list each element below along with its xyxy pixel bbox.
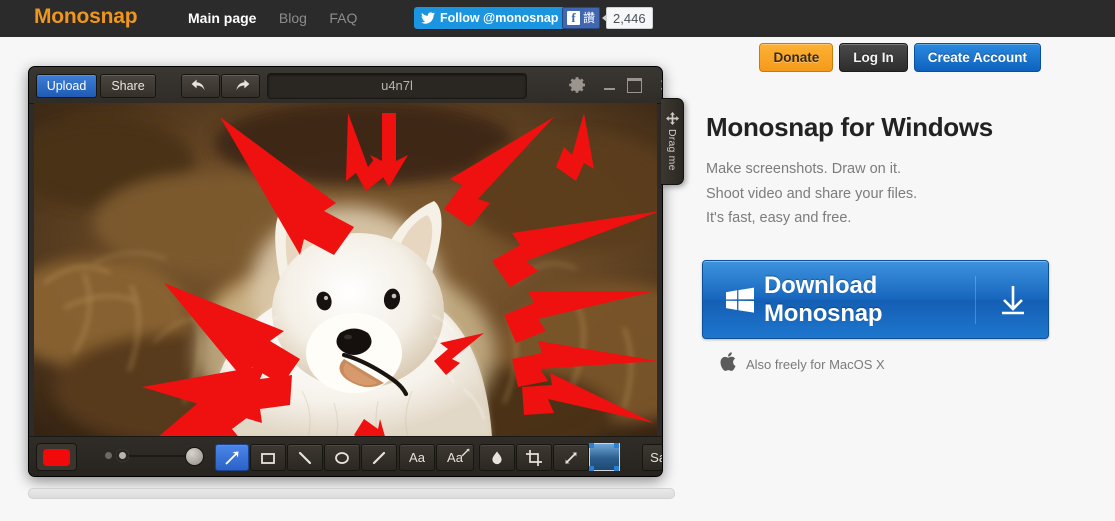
- macos-note-label: Also freely for MacOS X: [746, 356, 885, 372]
- redo-button[interactable]: [221, 74, 260, 98]
- facebook-like-label: 讚: [583, 11, 596, 25]
- twitter-follow-button[interactable]: Follow @monosnap: [414, 7, 568, 29]
- slider-small-dot-icon: [116, 449, 129, 462]
- twitter-bird-icon: [421, 12, 435, 24]
- download-arrow-icon: [1000, 285, 1026, 315]
- arrow-tool-button[interactable]: [215, 444, 249, 471]
- facebook-like-count: 2,446: [602, 7, 653, 29]
- facebook-like-widget: f 讚 2,446: [562, 7, 653, 29]
- arrow-icon: [225, 451, 239, 465]
- stroke-size-slider[interactable]: [105, 447, 204, 466]
- drag-me-handle[interactable]: Drag me: [661, 98, 684, 185]
- redo-icon: [236, 79, 250, 90]
- color-swatch-button[interactable]: [36, 443, 77, 471]
- image-thumbnail[interactable]: [589, 443, 620, 471]
- slider-track: [119, 455, 192, 457]
- promo-line-1: Make screenshots. Draw on it.: [706, 161, 902, 177]
- gear-icon: [569, 77, 585, 93]
- create-account-button[interactable]: Create Account: [913, 43, 1041, 72]
- nav-link-blog[interactable]: Blog: [279, 10, 307, 26]
- log-in-button[interactable]: Log In: [839, 43, 908, 72]
- minimize-button[interactable]: [601, 76, 619, 94]
- text-tool-label: Aa: [409, 450, 425, 465]
- nav-link-faq[interactable]: FAQ: [329, 10, 357, 26]
- line-icon: [298, 451, 312, 464]
- promo-column: Monosnap for Windows Make screenshots. D…: [702, 112, 1086, 372]
- settings-gear-button[interactable]: [567, 75, 587, 100]
- account-actions: Donate Log In Create Account: [759, 43, 1041, 72]
- share-button[interactable]: Share: [100, 74, 156, 98]
- text-tool-button[interactable]: Aa: [399, 444, 435, 471]
- undo-button[interactable]: [181, 74, 220, 98]
- small-arrow-icon: [461, 448, 470, 457]
- nav-link-main-page[interactable]: Main page: [188, 10, 256, 26]
- crop-tool-button[interactable]: [516, 444, 552, 471]
- rectangle-tool-button[interactable]: [250, 444, 286, 471]
- save-button[interactable]: Save: [642, 444, 662, 471]
- horizontal-scrollbar[interactable]: [28, 488, 675, 499]
- move-arrows-icon: [665, 112, 679, 126]
- editor-title-bar: Upload Share u4n7l: [29, 67, 662, 104]
- upload-button[interactable]: Upload: [36, 74, 97, 98]
- ellipse-icon: [335, 451, 349, 464]
- site-logo[interactable]: Monosnap: [34, 5, 138, 29]
- maximize-button[interactable]: [627, 78, 642, 93]
- facebook-f-icon: f: [567, 11, 580, 25]
- page-title: Monosnap for Windows: [706, 112, 993, 142]
- download-divider: [975, 275, 976, 324]
- pen-icon: [372, 451, 386, 464]
- facebook-like-button[interactable]: f 讚: [562, 7, 601, 29]
- line-tool-button[interactable]: [287, 444, 323, 471]
- current-color: [43, 448, 70, 466]
- windows-logo-icon: [725, 286, 755, 314]
- resize-arrows-icon: [565, 451, 577, 464]
- download-label: Download Monosnap: [764, 271, 883, 327]
- rectangle-icon: [261, 452, 275, 464]
- nav-links: Main page Blog FAQ: [188, 10, 375, 28]
- crop-icon: [526, 449, 542, 466]
- twitter-follow-label: Follow @monosnap: [440, 11, 559, 25]
- editor-canvas[interactable]: Sam: [34, 103, 657, 437]
- close-button[interactable]: [657, 76, 662, 94]
- ellipse-tool-button[interactable]: [324, 444, 360, 471]
- slider-min-dot-icon: [105, 452, 112, 459]
- pen-tool-button[interactable]: [361, 444, 397, 471]
- resize-tool-button[interactable]: [553, 444, 589, 471]
- promo-line-2: Shoot video and share your files.: [706, 185, 918, 202]
- download-monosnap-button[interactable]: Download Monosnap: [702, 260, 1049, 339]
- monosnap-editor-window: Upload Share u4n7l Aa Aa S: [28, 66, 663, 477]
- undo-icon: [191, 79, 205, 90]
- droplet-icon: [492, 451, 502, 464]
- editor-toolbar: Aa Aa Save: [29, 436, 662, 476]
- drag-me-label: Drag me: [666, 129, 678, 171]
- slider-handle[interactable]: [185, 447, 204, 466]
- macos-note[interactable]: Also freely for MacOS X: [720, 352, 885, 376]
- close-icon: [660, 80, 662, 90]
- donate-button[interactable]: Donate: [759, 43, 834, 72]
- top-navigation-bar: Monosnap Main page Blog FAQ Follow @mono…: [0, 0, 1115, 37]
- blur-tool-button[interactable]: [479, 444, 515, 471]
- filename-input[interactable]: u4n7l: [267, 73, 527, 99]
- promo-line-3: It's fast, easy and free.: [706, 210, 852, 226]
- apple-logo-icon: [720, 352, 736, 376]
- text-arrow-tool-button[interactable]: Aa: [436, 444, 474, 471]
- screenshot-image: Sam: [34, 103, 657, 437]
